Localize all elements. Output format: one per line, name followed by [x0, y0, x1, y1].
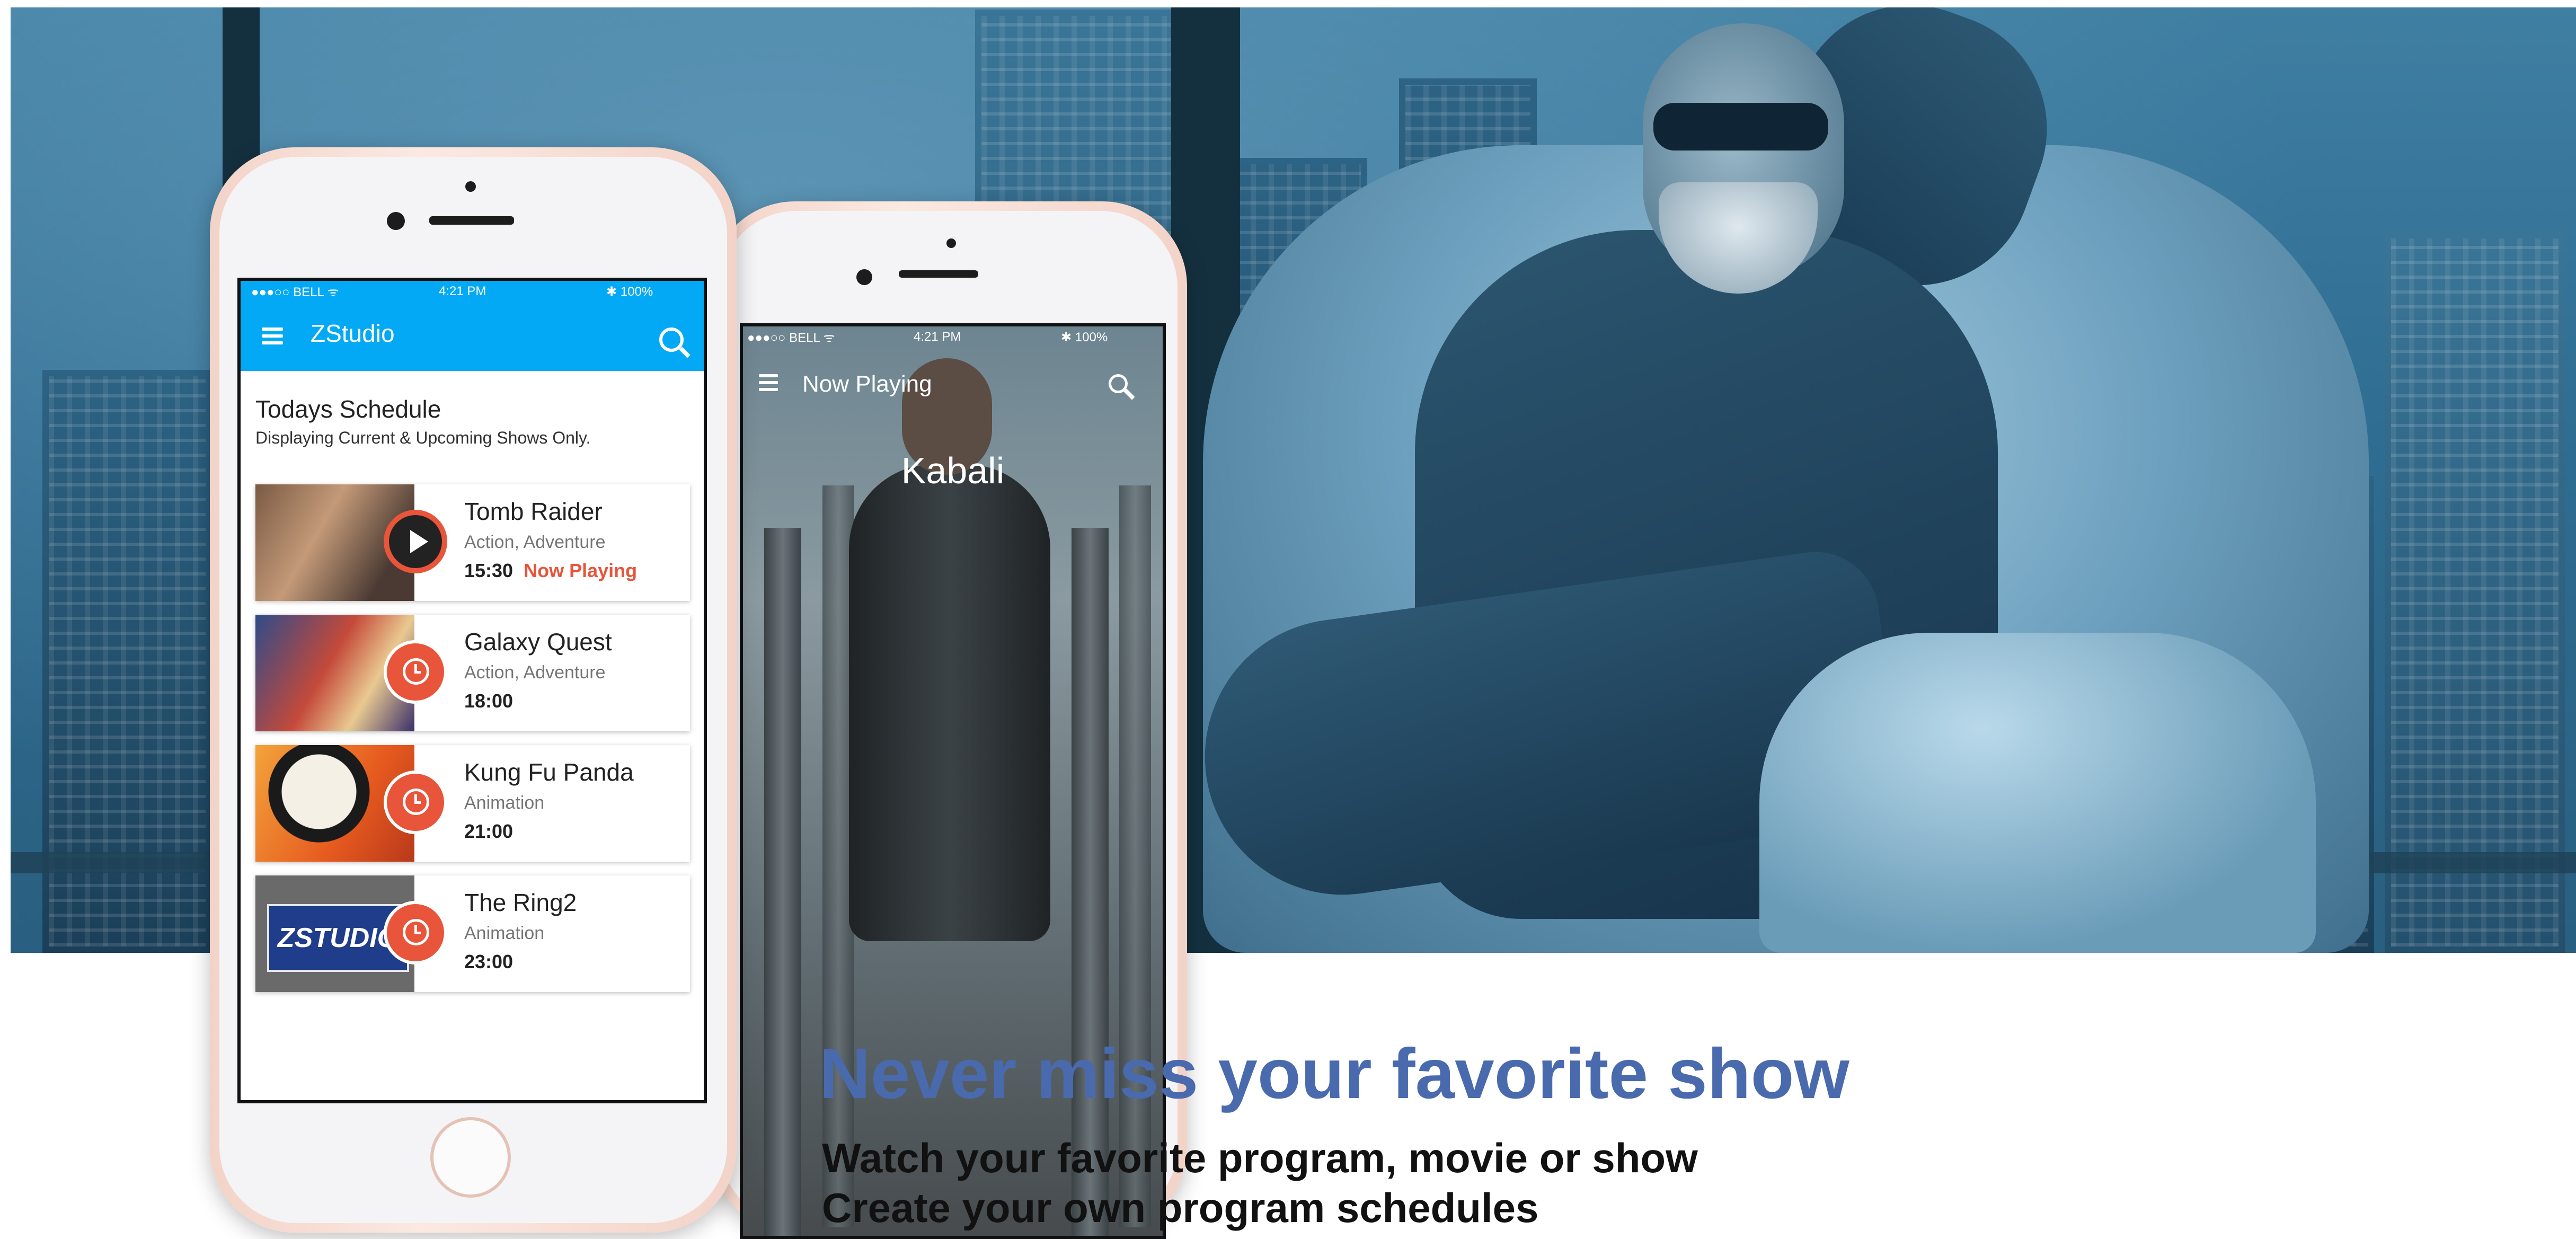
hamburger-menu-icon[interactable]: [759, 374, 778, 391]
show-card-kung-fu-panda[interactable]: Kung Fu Panda Animation 21:00: [255, 745, 690, 862]
proximity-sensor: [465, 181, 476, 192]
movie-title: Kabali: [901, 450, 1005, 491]
show-time: 15:30: [464, 560, 514, 581]
show-title: Tomb Raider: [464, 498, 603, 525]
now-playing-appbar: Now Playing: [743, 348, 1163, 417]
show-title: Kung Fu Panda: [464, 758, 634, 786]
show-title: The Ring2: [464, 889, 577, 916]
earpiece-speaker: [429, 216, 514, 225]
show-title: Galaxy Quest: [464, 628, 612, 656]
now-playing-title: Now Playing: [802, 371, 932, 397]
search-icon[interactable]: [1109, 374, 1128, 393]
app-title: ZStudio: [311, 320, 395, 347]
alarm-icon[interactable]: [384, 901, 447, 964]
play-icon[interactable]: [384, 510, 447, 573]
front-camera: [856, 269, 872, 285]
headline: Never miss your favorite show: [819, 1034, 1849, 1113]
show-time: 18:00: [464, 690, 514, 712]
show-time-row: 15:30 Now Playing: [464, 560, 637, 582]
schedule-title: Todays Schedule: [255, 395, 441, 423]
schedule-screen: ●●●○○ BELL ᯤ 4:21 PM ✱ 100% ZStudio Toda…: [237, 278, 707, 1103]
app-header: ZStudio: [241, 302, 704, 371]
now-playing-label: Now Playing: [524, 560, 638, 581]
tagline-watch: Watch your favorite program, movie or sh…: [822, 1135, 1698, 1181]
show-genre: Animation: [464, 923, 545, 943]
front-camera: [387, 212, 405, 230]
hamburger-menu-icon[interactable]: [262, 328, 283, 344]
proximity-sensor: [946, 238, 956, 248]
status-bar: ●●●○○ BELL ᯤ 4:21 PM ✱ 100%: [747, 330, 1108, 345]
alarm-icon[interactable]: [384, 771, 447, 834]
show-genre: Action, Adventure: [464, 662, 606, 683]
alarm-icon[interactable]: [384, 640, 447, 704]
show-genre: Action, Adventure: [464, 532, 606, 552]
home-button[interactable]: [430, 1117, 511, 1198]
show-genre: Animation: [464, 793, 545, 813]
poster-figure: [849, 464, 1050, 941]
show-card-the-ring2[interactable]: ZSTUDIO The Ring2 Animation 23:00: [255, 875, 690, 992]
tagline-schedule: Create your own program schedules: [822, 1184, 1539, 1231]
show-time: 21:00: [464, 820, 514, 842]
show-card-tomb-raider[interactable]: Tomb Raider Action, Adventure 15:30 Now …: [255, 484, 690, 601]
status-bar: ●●●○○ BELL ᯤ 4:21 PM ✱ 100%: [241, 281, 704, 302]
search-icon[interactable]: [659, 328, 684, 352]
phone-schedule: ●●●○○ BELL ᯤ 4:21 PM ✱ 100% ZStudio Toda…: [210, 147, 737, 1233]
show-time: 23:00: [464, 951, 514, 972]
show-card-galaxy-quest[interactable]: Galaxy Quest Action, Adventure 18:00: [255, 615, 690, 731]
schedule-subtitle: Displaying Current & Upcoming Shows Only…: [255, 428, 591, 447]
earpiece-speaker: [899, 270, 978, 278]
